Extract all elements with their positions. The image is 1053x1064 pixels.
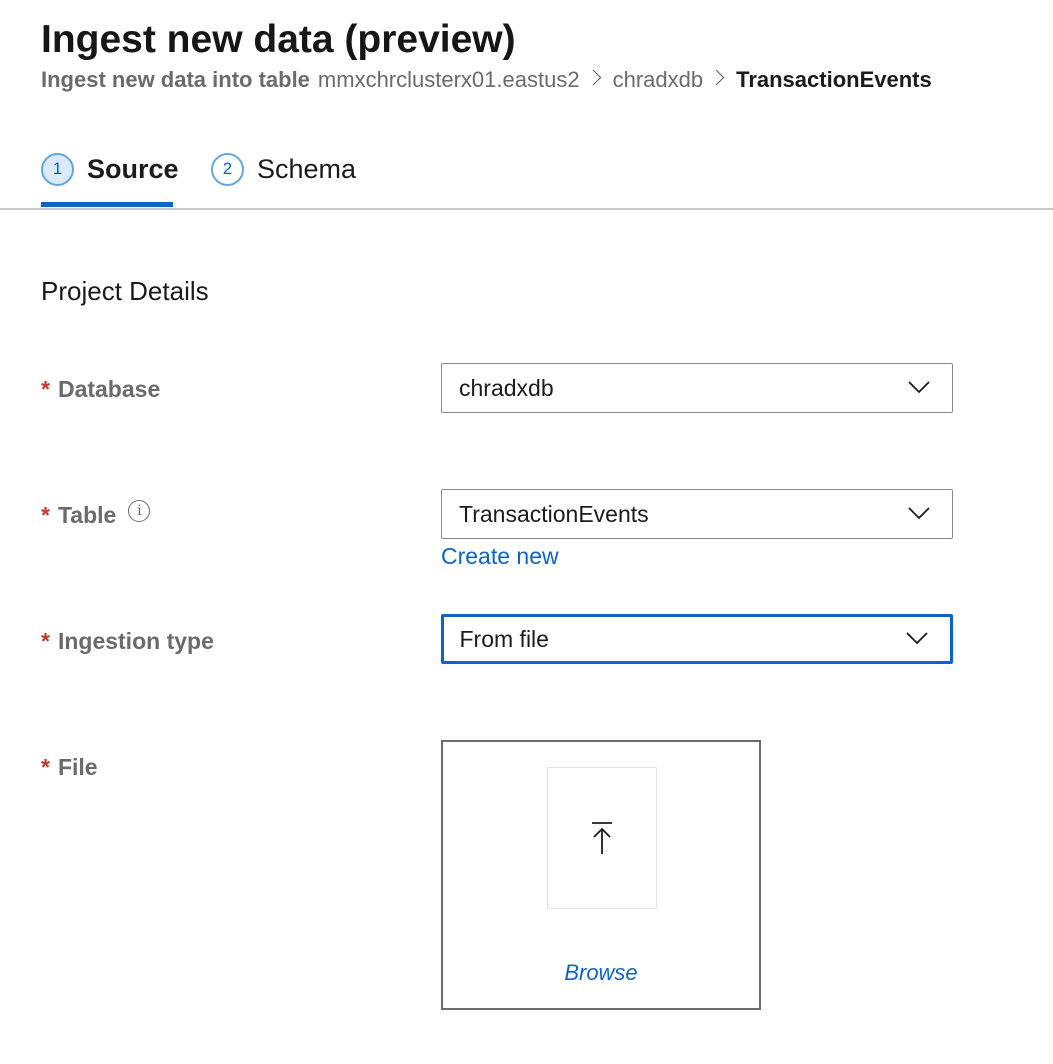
wizard-tabs: 1 Source 2 Schema [0,130,1053,210]
breadcrumb-lead: Ingest new data into table [41,67,310,92]
database-select[interactable]: chradxdb [441,363,953,413]
database-label-text: Database [57,376,161,402]
chevron-down-icon [908,381,930,394]
table-label-text: Table [57,502,117,528]
create-new-table-link[interactable]: Create new [441,541,559,571]
tab-schema[interactable]: 2 Schema [211,140,356,198]
ingestion-type-label-text: Ingestion type [57,628,214,654]
table-label: * Table i [41,500,151,530]
required-marker: * [41,628,50,654]
browse-link[interactable]: Browse [443,960,759,986]
upload-icon [592,822,612,854]
tab-source-label: Source [87,153,179,184]
upload-tile[interactable] [547,767,657,909]
ingestion-type-label: * Ingestion type [41,626,214,656]
file-label-text: File [57,754,98,780]
required-marker: * [41,754,50,780]
database-label: * Database [41,374,160,404]
required-marker: * [41,502,50,528]
breadcrumb-item-cluster[interactable]: mmxchrclusterx01.eastus2 [318,64,580,96]
tab-source[interactable]: 1 Source [41,140,179,198]
chevron-down-icon [908,507,930,520]
chevron-down-icon [906,632,928,645]
table-select-value: TransactionEvents [459,500,649,527]
step-number-2: 2 [211,152,244,186]
breadcrumb: Ingest new data into table mmxchrcluster… [41,64,932,96]
section-title: Project Details [41,276,209,306]
breadcrumb-item-table: TransactionEvents [736,67,932,92]
breadcrumb-item-database[interactable]: chradxdb [613,64,704,96]
step-number-1: 1 [41,152,74,186]
file-upload-area[interactable]: Browse [441,740,761,1010]
file-label: * File [41,752,98,782]
ingestion-type-select-value: From file [459,625,549,652]
chevron-right-icon [585,69,601,85]
required-marker: * [41,376,50,402]
page-title: Ingest new data (preview) [41,18,516,61]
table-select[interactable]: TransactionEvents [441,489,953,539]
ingestion-type-select[interactable]: From file [441,614,953,664]
tab-schema-label: Schema [257,153,357,184]
chevron-right-icon [708,69,725,85]
info-icon[interactable]: i [128,500,151,522]
active-tab-indicator [41,202,173,207]
database-select-value: chradxdb [459,374,554,401]
